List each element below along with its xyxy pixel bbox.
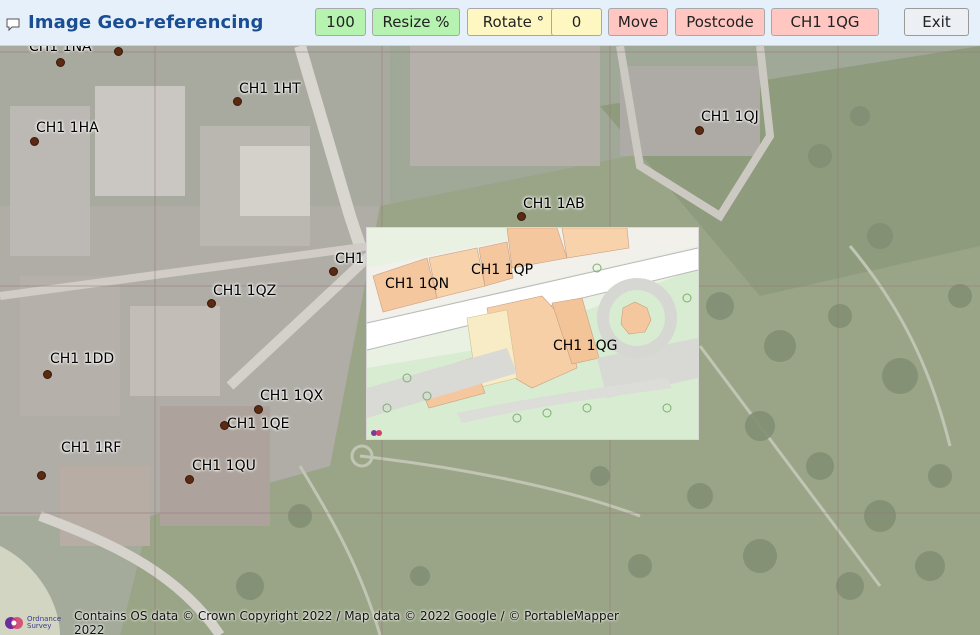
title-area: Image Geo-referencing [6,8,263,36]
postcode-label: CH1 1QX [260,388,324,404]
postcode-dot [220,421,229,430]
postcode-dot [329,267,338,276]
postcode-dot [207,299,216,308]
overlay-postcode-label: CH1 1QN [385,276,450,292]
overlay-image[interactable]: CH1 1QN CH1 1QP CH1 1QG [366,227,699,440]
postcode-dot [185,475,194,484]
postcode-label: CH1 1RF [61,440,122,456]
os-logo-text: Survey [27,622,52,630]
postcode-label: CH1 1AB [523,196,585,212]
postcode-label: CH1 1HT [239,81,301,97]
overlay-postcode-label: CH1 1QG [553,338,618,354]
os-logo-icon [5,617,23,629]
attribution-text: Contains OS data © Crown Copyright 2022 … [73,609,619,635]
postcode-dot [114,47,123,56]
toolbar: Image Geo-referencing 100 Resize % Rotat… [0,0,980,46]
ordnance-survey-logo: Ordnance Survey [4,612,70,634]
postcode-dot [233,97,242,106]
postcode-dot [37,471,46,480]
app-title: Image Geo-referencing [28,11,264,33]
exit-button[interactable]: Exit [904,8,969,36]
rotate-value-field[interactable]: 0 [551,8,602,36]
postcode-field[interactable]: CH1 1QG [771,8,879,36]
postcode-dot [43,370,52,379]
attribution-bar: Ordnance Survey Contains OS data © Crown… [0,609,620,635]
postcode-label: CH1 1QZ [213,283,277,299]
overlay-map-drawing [367,228,698,439]
speech-bubble-icon [6,18,20,32]
postcode-label: CH1 1QE [227,416,290,432]
overlay-postcode-label: CH1 1QP [471,262,534,278]
postcode-dot [517,212,526,221]
postcode-dot [56,58,65,67]
postcode-dot [30,137,39,146]
map-view[interactable]: CH1 1NA CH1 1HT CH1 1QJ CH1 1HA CH1 1AB … [0,46,980,635]
postcode-button[interactable]: Postcode [675,8,765,36]
postcode-label: CH1 1DD [50,351,115,367]
rotate-button[interactable]: Rotate ° [467,8,560,36]
resize-button[interactable]: Resize % [372,8,460,36]
postcode-label: CH1 1NA [29,46,92,55]
postcode-label: CH1 1QU [192,458,256,474]
postcode-dot [254,405,263,414]
postcode-dot [695,126,704,135]
move-button[interactable]: Move [608,8,668,36]
resize-value-field[interactable]: 100 [315,8,366,36]
postcode-label: CH1 1QJ [701,109,759,125]
postcode-label: CH1 1HA [36,120,99,136]
